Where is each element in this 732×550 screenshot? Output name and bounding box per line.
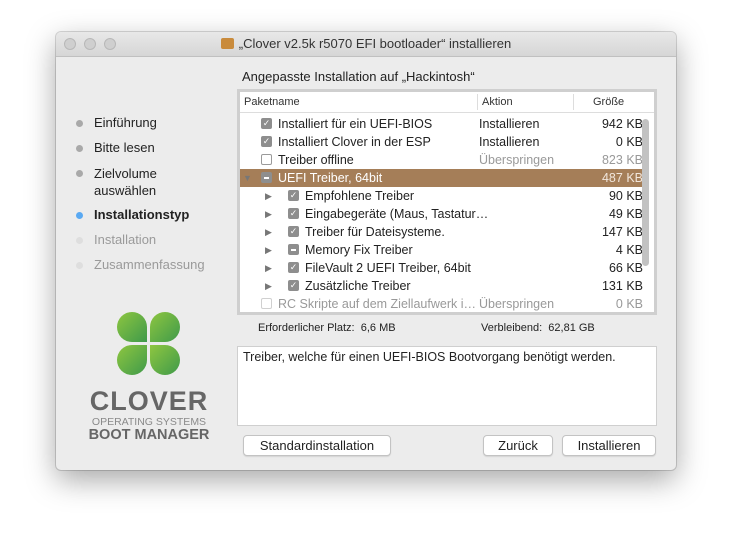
table-header: Paketname Aktion Größe [240, 92, 654, 113]
installer-window: „Clover v2.5k r5070 EFI bootloader“ inst… [56, 32, 676, 470]
step-label: Zielvolume auswählen [94, 166, 157, 198]
column-header-action[interactable]: Aktion [482, 96, 513, 108]
package-action: Installieren [479, 117, 540, 131]
package-action: Überspringen [479, 297, 555, 311]
zoom-button[interactable] [104, 38, 116, 50]
package-name: Memory Fix Treiber [305, 243, 413, 257]
table-row[interactable]: RC Skripte auf dem Ziellaufwerk i… Übersp… [240, 295, 643, 312]
package-name: UEFI Treiber, 64bit [278, 171, 383, 185]
package-action: Installieren [479, 135, 540, 149]
page-heading: Angepasste Installation auf „Hackintosh“ [242, 69, 475, 84]
table-row[interactable]: ▶ ✓ Zusätzliche Treiber 131 KB [240, 277, 643, 295]
minimize-button[interactable] [84, 38, 96, 50]
package-icon [220, 38, 234, 49]
package-size: 49 KB [608, 207, 643, 221]
package-size: 147 KB [601, 225, 643, 239]
package-name: RC Skripte auf dem Ziellaufwerk i… [278, 297, 476, 311]
disclosure-collapsed-icon[interactable]: ▶ [265, 277, 272, 295]
step-installation: Installation [76, 232, 157, 247]
package-name: Empfohlene Treiber [305, 189, 415, 203]
package-size: 4 KB [615, 243, 643, 257]
package-table: Paketname Aktion Größe ✓ Installiert für … [237, 89, 657, 315]
package-size: 942 KB [601, 117, 643, 131]
disclosure-collapsed-icon[interactable]: ▶ [265, 223, 272, 241]
table-row[interactable]: ▶ ✓ Treiber für Dateisysteme. 147 KB [240, 223, 643, 241]
table-row[interactable]: ▶ Memory Fix Treiber 4 KB [240, 241, 643, 259]
table-row[interactable]: ▶ ✓ Eingabegeräte (Maus, Tastatur… 49 KB [240, 205, 643, 223]
checkbox[interactable] [288, 244, 299, 255]
disclosure-collapsed-icon[interactable]: ▶ [265, 241, 272, 259]
steps-sidebar: Einführung Bitte lesen Zielvolume auswäh… [56, 57, 236, 470]
step-label: Installation [94, 232, 157, 247]
package-size: 487 KB [601, 171, 643, 185]
disclosure-collapsed-icon[interactable]: ▶ [265, 205, 272, 223]
install-button[interactable]: Installieren [562, 435, 656, 456]
step-label: Zusammenfassung [94, 257, 205, 272]
window-title: „Clover v2.5k r5070 EFI bootloader“ inst… [238, 36, 512, 51]
step-destination: Zielvolume auswählen [76, 165, 174, 199]
package-name: Treiber für Dateisysteme. [305, 225, 445, 239]
package-name: Installiert für ein UEFI-BIOS [278, 117, 433, 131]
column-header-name[interactable]: Paketname [244, 96, 300, 108]
standard-install-button[interactable]: Standardinstallation [243, 435, 391, 456]
package-name: Zusätzliche Treiber [305, 279, 411, 293]
disclosure-expanded-icon[interactable]: ▼ [243, 169, 252, 187]
logo-line2: BOOT MANAGER [88, 427, 210, 443]
checkbox[interactable]: ✓ [261, 136, 272, 147]
package-size: 0 KB [615, 135, 643, 149]
table-row[interactable]: ▶ ✓ Empfohlene Treiber 90 KB [240, 187, 643, 205]
column-header-size[interactable]: Größe [593, 96, 624, 108]
table-row[interactable]: ✓ Installiert für ein UEFI-BIOS Installier… [240, 115, 643, 133]
package-name: FileVault 2 UEFI Treiber, 64bit [305, 261, 471, 275]
table-row[interactable]: ▼ UEFI Treiber, 64bit 487 KB [240, 169, 643, 187]
package-size: 131 KB [601, 279, 643, 293]
required-space: Erforderlicher Platz: 6,6 MB [258, 322, 396, 334]
checkbox[interactable]: ✓ [288, 226, 299, 237]
table-row[interactable]: ▶ ✓ FileVault 2 UEFI Treiber, 64bit 66 KB [240, 259, 643, 277]
package-name: Treiber offline [278, 153, 354, 167]
step-label: Bitte lesen [94, 140, 155, 155]
checkbox[interactable] [261, 298, 272, 309]
clover-leaf-icon [117, 312, 181, 376]
remaining-space: Verbleibend: 62,81 GB [481, 322, 595, 334]
package-action: Überspringen [479, 153, 555, 167]
checkbox[interactable] [261, 154, 272, 165]
step-readme: Bitte lesen [76, 140, 155, 155]
package-name: Eingabegeräte (Maus, Tastatur… [305, 207, 489, 221]
step-label: Installationstyp [94, 207, 190, 222]
clover-logo: CLOVER OPERATING SYSTEMS BOOT MANAGER [84, 312, 214, 443]
checkbox[interactable] [261, 172, 272, 183]
package-size: 823 KB [601, 153, 643, 167]
package-name: Installiert Clover in der ESP [278, 135, 431, 149]
step-introduction: Einführung [76, 115, 157, 130]
checkbox[interactable]: ✓ [288, 280, 299, 291]
back-button[interactable]: Zurück [483, 435, 553, 456]
step-summary: Zusammenfassung [76, 257, 205, 272]
table-row[interactable]: ✓ Installiert Clover in der ESP Installier… [240, 133, 643, 151]
step-label: Einführung [94, 115, 157, 130]
disclosure-collapsed-icon[interactable]: ▶ [265, 187, 272, 205]
checkbox[interactable]: ✓ [288, 262, 299, 273]
scrollbar[interactable] [642, 119, 649, 266]
table-row[interactable]: Treiber offline Überspringen 823 KB [240, 151, 643, 169]
package-size: 66 KB [608, 261, 643, 275]
step-installation-type: Installationstyp [76, 207, 190, 222]
checkbox[interactable]: ✓ [261, 118, 272, 129]
package-size: 90 KB [608, 189, 643, 203]
checkbox[interactable]: ✓ [288, 208, 299, 219]
close-button[interactable] [64, 38, 76, 50]
checkbox[interactable]: ✓ [288, 190, 299, 201]
package-size: 0 KB [615, 297, 643, 311]
disclosure-collapsed-icon[interactable]: ▶ [265, 259, 272, 277]
description-box: Treiber, welche für einen UEFI-BIOS Boot… [237, 346, 657, 426]
logo-word: CLOVER [89, 386, 209, 416]
title-bar: „Clover v2.5k r5070 EFI bootloader“ inst… [56, 32, 676, 57]
